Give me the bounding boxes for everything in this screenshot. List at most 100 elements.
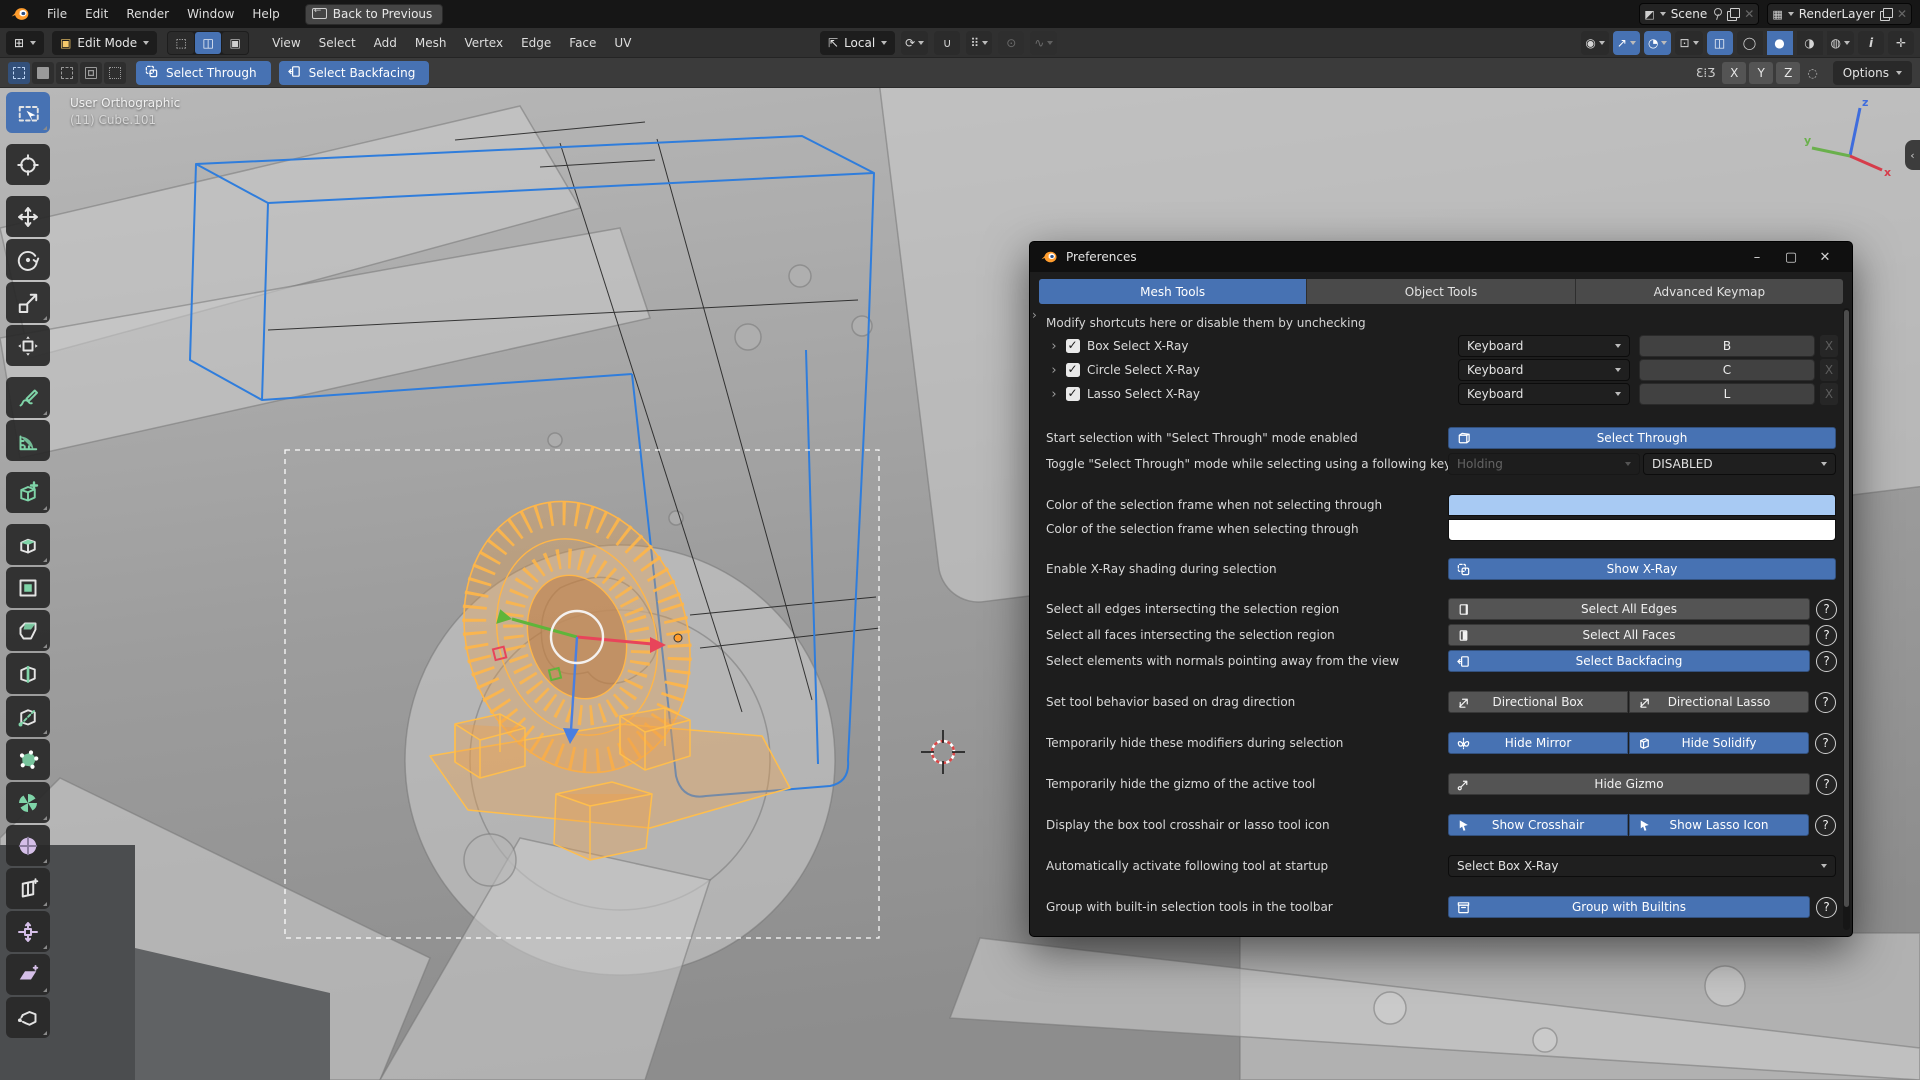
tool-smooth-button[interactable] (6, 825, 50, 866)
options-dropdown[interactable]: Options (1833, 61, 1912, 85)
menu-help[interactable]: Help (243, 4, 288, 24)
falloff-icon[interactable]: ◌ (1807, 66, 1817, 80)
help-icon[interactable]: ? (1815, 815, 1836, 836)
mode-selector[interactable]: ▣ Edit Mode (52, 31, 157, 55)
select-mode-subtract-button[interactable] (56, 62, 78, 84)
rotation-gizmo-button[interactable]: ◔ (1644, 31, 1671, 55)
shading-material-button[interactable]: ◑ (1797, 31, 1823, 55)
snap-toggle-button[interactable]: ∪ (934, 31, 960, 55)
key-binding-button[interactable]: L (1639, 383, 1815, 405)
help-icon[interactable]: ? (1816, 599, 1837, 620)
pin-icon[interactable] (1712, 8, 1722, 20)
edge-select-mode-button[interactable]: ◫ (195, 32, 221, 54)
tool-box-select-button[interactable] (6, 92, 50, 133)
pivot-point-selector[interactable]: ⟳ (901, 31, 928, 55)
tab-mesh-tools[interactable]: Mesh Tools (1039, 279, 1307, 304)
tool-scale-button[interactable] (6, 282, 50, 323)
shading-rendered-button[interactable]: ◍ (1827, 31, 1854, 55)
select-backfacing-button[interactable]: Select Backfacing (1448, 650, 1810, 672)
select-all-edges-button[interactable]: Select All Edges (1448, 598, 1810, 620)
tool-transform-button[interactable] (6, 325, 50, 366)
help-icon[interactable]: ? (1816, 897, 1837, 918)
group-with-builtins-button[interactable]: Group with Builtins (1448, 896, 1810, 918)
tab-advanced-keymap[interactable]: Advanced Keymap (1576, 279, 1843, 304)
snap-settings-selector[interactable]: ⠿ (966, 31, 992, 55)
menu-edge[interactable]: Edge (512, 33, 560, 53)
copy-layer-icon[interactable] (1880, 8, 1892, 20)
tool-poly-build-button[interactable] (6, 739, 50, 780)
device-dropdown[interactable]: Keyboard (1458, 383, 1630, 405)
key-binding-button[interactable]: B (1639, 335, 1815, 357)
menu-vertex[interactable]: Vertex (456, 33, 513, 53)
show-lasso-icon-button[interactable]: Show Lasso Icon (1629, 814, 1809, 836)
tool-rip-region-button[interactable] (6, 997, 50, 1038)
select-mode-intersect-button[interactable] (104, 62, 126, 84)
xray-toggle-button[interactable]: ◫ (1707, 31, 1733, 55)
tool-extrude-button[interactable] (6, 524, 50, 565)
show-xray-button[interactable]: Show X-Ray (1448, 558, 1836, 580)
tab-object-tools[interactable]: Object Tools (1307, 279, 1575, 304)
select-all-faces-button[interactable]: Select All Faces (1448, 624, 1810, 646)
tool-loop-cut-button[interactable] (6, 653, 50, 694)
tool-spin-button[interactable] (6, 782, 50, 823)
select-mode-extend-button[interactable] (32, 62, 54, 84)
select-backfacing-toggle[interactable]: Select Backfacing (279, 61, 430, 85)
minimize-button[interactable]: – (1740, 242, 1774, 272)
editor-type-selector[interactable]: ⊞ (6, 31, 44, 55)
device-dropdown[interactable]: Keyboard (1458, 359, 1630, 381)
scrollbar[interactable] (1843, 308, 1850, 930)
blender-logo-icon[interactable] (10, 6, 30, 22)
color-swatch-not-through[interactable] (1448, 494, 1836, 516)
menu-uv[interactable]: UV (605, 33, 640, 53)
tool-measure-button[interactable] (6, 420, 50, 461)
show-crosshair-button[interactable]: Show Crosshair (1448, 814, 1628, 836)
face-select-mode-button[interactable]: ▣ (222, 32, 248, 54)
vertex-select-mode-button[interactable]: ⬚ (168, 32, 194, 54)
proportional-edit-button[interactable]: ⊙ (998, 31, 1024, 55)
copy-scene-icon[interactable] (1727, 8, 1739, 20)
help-icon[interactable]: ? (1815, 692, 1836, 713)
checkbox-lasso-select[interactable] (1066, 387, 1080, 401)
tool-shrink-fatten-button[interactable] (6, 911, 50, 952)
render-layer-selector[interactable]: ▦ RenderLayer ✕ (1767, 3, 1912, 25)
device-dropdown[interactable]: Keyboard (1458, 335, 1630, 357)
hide-gizmo-button[interactable]: Hide Gizmo (1448, 773, 1810, 795)
transform-orientation-selector[interactable]: ⇱ Local (820, 31, 895, 55)
preferences-titlebar[interactable]: Preferences – ▢ ✕ (1030, 242, 1852, 272)
overlays-button[interactable]: i (1858, 31, 1884, 55)
menu-face[interactable]: Face (560, 33, 605, 53)
tool-inset-faces-button[interactable] (6, 567, 50, 608)
menu-render[interactable]: Render (117, 4, 178, 24)
scene-selector[interactable]: ◩ Scene ✕ (1639, 3, 1759, 25)
tool-annotate-button[interactable] (6, 377, 50, 418)
menu-file[interactable]: File (38, 4, 76, 24)
sidebar-toggle[interactable]: ‹ (1905, 140, 1920, 170)
select-through-button[interactable]: Select Through (1448, 427, 1836, 449)
gizmos-button[interactable]: ✛ (1888, 31, 1914, 55)
tool-add-cube-button[interactable] (6, 472, 50, 513)
select-tool-settings[interactable]: ⊡ (1675, 31, 1702, 55)
menu-view[interactable]: View (263, 33, 309, 53)
directional-lasso-button[interactable]: Directional Lasso (1629, 691, 1809, 713)
tool-rotate-button[interactable] (6, 239, 50, 280)
hide-mirror-button[interactable]: Hide Mirror (1448, 732, 1628, 754)
tool-shear-button[interactable] (6, 954, 50, 995)
tool-cursor-button[interactable] (6, 144, 50, 185)
select-mode-new-button[interactable] (8, 62, 30, 84)
menu-select[interactable]: Select (310, 33, 365, 53)
checkbox-box-select[interactable] (1066, 339, 1080, 353)
help-icon[interactable]: ? (1816, 651, 1837, 672)
help-icon[interactable]: ? (1816, 774, 1837, 795)
back-to-previous-button[interactable]: Back to Previous (305, 4, 444, 25)
mirror-z-button[interactable]: Z (1776, 62, 1800, 84)
object-visibility-selector[interactable]: ◉ (1581, 31, 1608, 55)
navigation-gizmo[interactable]: z y x (1802, 94, 1894, 186)
menu-mesh[interactable]: Mesh (406, 33, 456, 53)
select-mode-invert-button[interactable] (80, 62, 102, 84)
color-swatch-through[interactable] (1448, 519, 1836, 541)
tool-bevel-button[interactable] (6, 610, 50, 651)
checkbox-circle-select[interactable] (1066, 363, 1080, 377)
mirror-y-button[interactable]: Y (1749, 62, 1773, 84)
mirror-icon[interactable]: Ɛ⁞Ʒ (1696, 66, 1715, 80)
menu-edit[interactable]: Edit (76, 4, 117, 24)
